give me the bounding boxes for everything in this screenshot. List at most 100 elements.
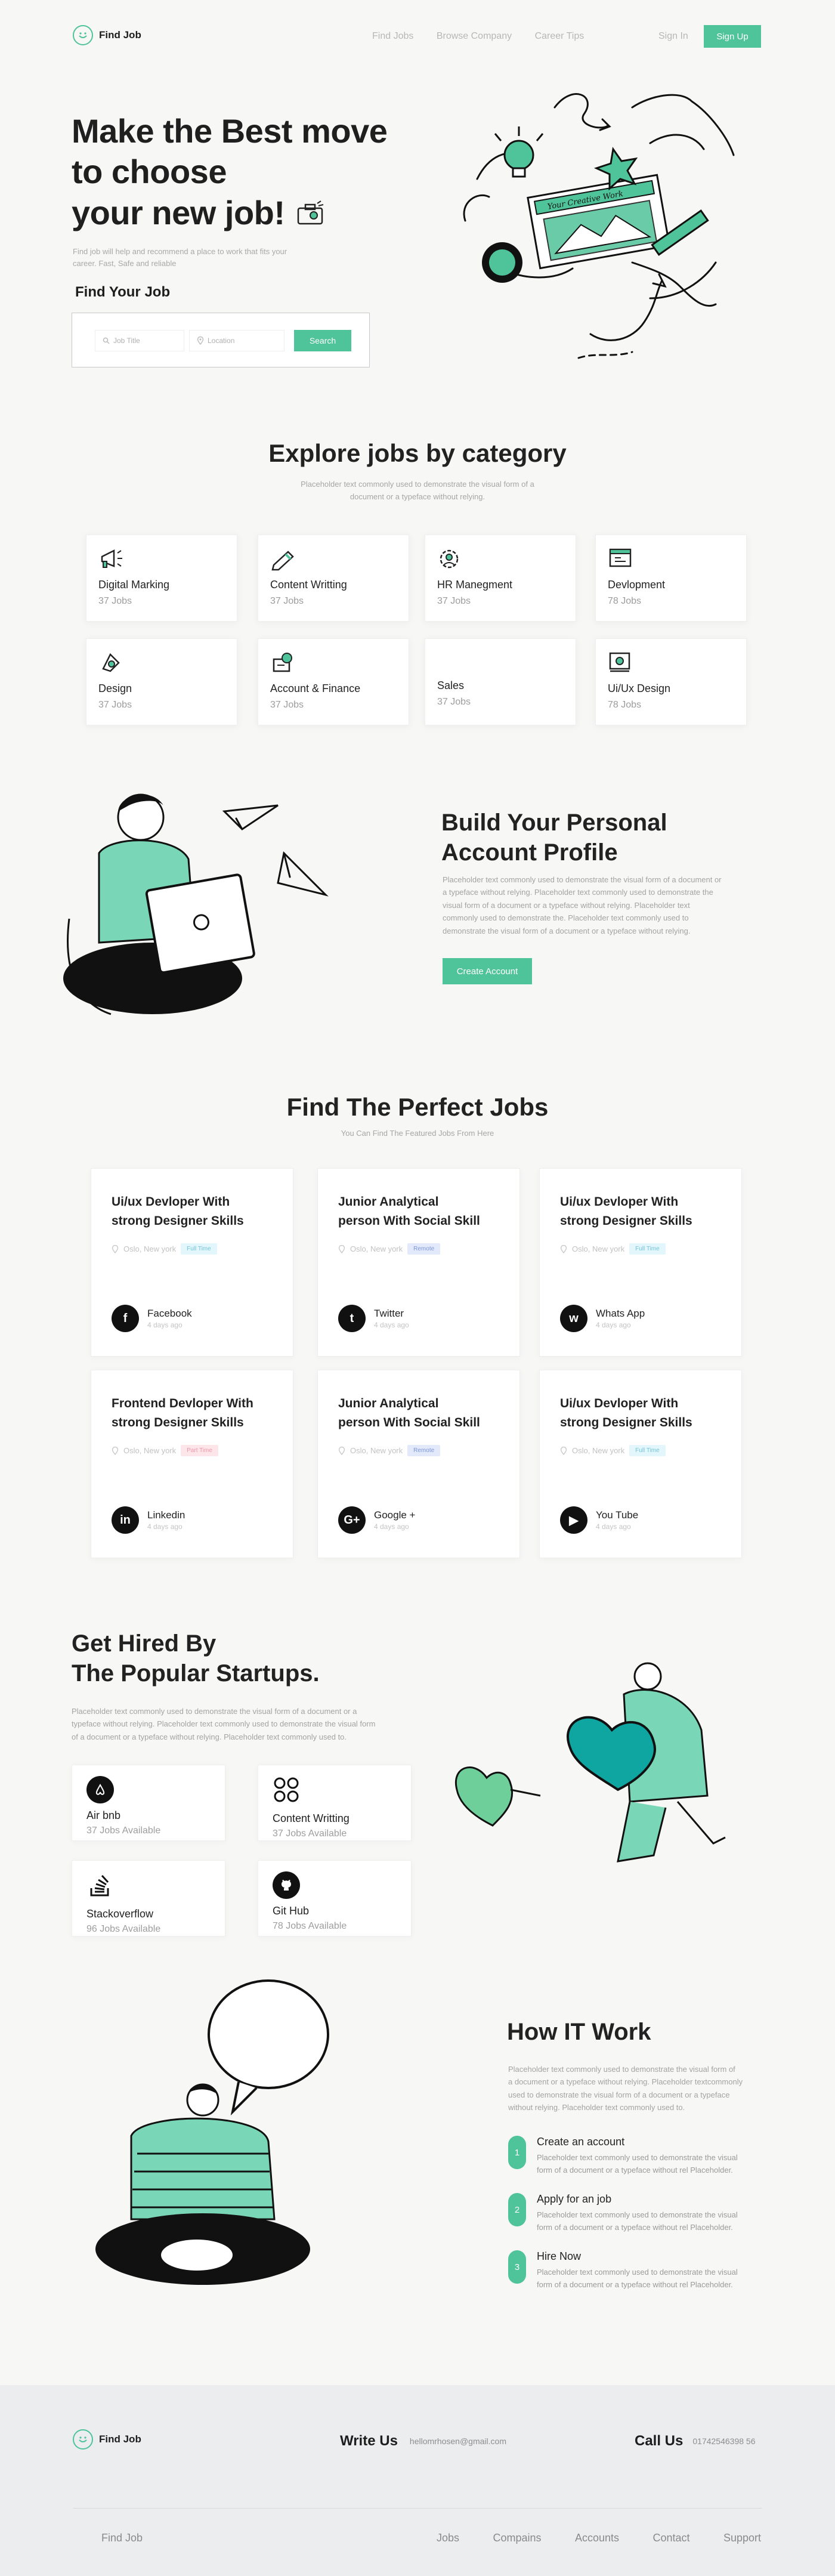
job-title: Junior Analytical person With Social Skil…	[338, 1193, 499, 1230]
code-window-icon	[609, 548, 632, 567]
category-count: 37 Jobs	[437, 697, 471, 707]
footer-link-compains[interactable]: Compains	[493, 2532, 541, 2544]
step-title: Create an account	[537, 2136, 625, 2148]
find-your-job-label: Find Your Job	[75, 284, 171, 300]
footer-link-accounts[interactable]: Accounts	[575, 2532, 619, 2544]
footer-link-contact[interactable]: Contact	[652, 2532, 689, 2544]
category-card-content-writting[interactable]: Content Writting 37 Jobs	[258, 535, 409, 622]
job-title-field[interactable]: Job Title	[95, 330, 184, 351]
job-meta: Oslo, New york Part Time	[112, 1445, 273, 1456]
nav-career-tips[interactable]: Career Tips	[535, 31, 584, 41]
category-count: 37 Jobs	[270, 596, 304, 606]
company-info[interactable]: t Twitter 4 days ago	[338, 1305, 409, 1332]
job-meta: Oslo, New york Remote	[338, 1243, 499, 1255]
footer-link-jobs[interactable]: Jobs	[437, 2532, 459, 2544]
startup-card-stackoverflow[interactable]: Stackoverflow 96 Jobs Available	[72, 1860, 225, 1936]
categories-title: Explore jobs by category	[268, 439, 567, 467]
company-info[interactable]: in Linkedin 4 days ago	[112, 1506, 185, 1534]
startups-title-line2: The Popular Startups.	[72, 1660, 320, 1687]
step-title: Apply for an job	[537, 2193, 612, 2205]
company-info[interactable]: w Whats App 4 days ago	[560, 1305, 645, 1332]
profile-description-line: a typeface without relying. Placeholder …	[443, 888, 713, 897]
company-info[interactable]: ▶ You Tube 4 days ago	[560, 1506, 638, 1534]
category-count: 37 Jobs	[270, 700, 304, 710]
email-link[interactable]: hellomrhosen@gmail.com	[410, 2436, 506, 2446]
categories-subtitle-line1: Placeholder text commonly used to demons…	[301, 480, 534, 489]
job-card[interactable]: Junior Analytical person With Social Skil…	[317, 1168, 520, 1357]
step-description-line: Placeholder text commonly used to demons…	[537, 2268, 738, 2277]
hero-subtitle-line2: career. Fast, Safe and reliable	[73, 259, 177, 268]
job-type-badge: Part Time	[181, 1445, 218, 1456]
company-info[interactable]: f Facebook 4 days ago	[112, 1305, 192, 1332]
company-info[interactable]: G+ Google +4 days ago	[338, 1506, 415, 1534]
startup-name: Content Writting	[273, 1812, 350, 1824]
gear-user-icon	[440, 549, 459, 569]
category-card-account-finance[interactable]: Account & Finance 37 Jobs	[258, 638, 409, 725]
footer-divider	[73, 2508, 762, 2509]
search-box: Job Title Location Search	[72, 313, 370, 367]
how-description-line: used to demonstrate the visual form of a…	[508, 2090, 730, 2099]
category-count: 37 Jobs	[98, 700, 132, 710]
step-number-badge: 3	[508, 2250, 526, 2284]
header-logo[interactable]: Find Job	[73, 25, 141, 45]
how-step-3: 3 Hire Now Placeholder text commonly use…	[508, 2250, 765, 2291]
location-pin-icon	[338, 1244, 345, 1253]
job-card[interactable]: Ui/ux Devloper With strong Designer Skill…	[91, 1168, 293, 1357]
job-type-badge: Remote	[407, 1243, 441, 1255]
category-card-sales[interactable]: Sales 37 Jobs	[425, 638, 576, 725]
nav-find-jobs[interactable]: Find Jobs	[372, 31, 413, 41]
footer-call-us: Call Us 01742546398 56	[635, 2433, 755, 2450]
category-card-ui-ux-design[interactable]: Ui/Ux Design 78 Jobs	[595, 638, 747, 725]
categories-subtitle: Placeholder text commonly used to demons…	[0, 478, 835, 504]
location-pin-icon	[197, 336, 204, 345]
location-field[interactable]: Location	[189, 330, 284, 351]
write-us-label: Write Us	[340, 2433, 398, 2449]
job-card[interactable]: Frontend Devloper With strong Designer Sk…	[91, 1370, 293, 1558]
company-name: You Tube	[596, 1509, 639, 1521]
startup-card-content-writting[interactable]: Content Writting 37 Jobs Available	[258, 1765, 412, 1841]
startup-count: 96 Jobs Available	[86, 1924, 161, 1934]
startup-card-github[interactable]: Git Hub 78 Jobs Available	[258, 1860, 412, 1936]
job-title-line2: strong Designer Skills	[112, 1213, 244, 1228]
ui-design-icon	[609, 652, 630, 672]
search-button[interactable]: Search	[294, 330, 351, 351]
job-type-badge: Full Time	[629, 1445, 666, 1456]
category-card-hr-manegment[interactable]: HR Manegment 37 Jobs	[425, 535, 576, 622]
hero-subtitle-line1: Find job will help and recommend a place…	[73, 247, 287, 256]
logo-text: Find Job	[99, 29, 141, 41]
nav-browse-company[interactable]: Browse Company	[437, 31, 512, 41]
step-description-line: Placeholder text commonly used to demons…	[537, 2153, 738, 2162]
footer-link-support[interactable]: Support	[723, 2532, 761, 2544]
profile-title: Build Your Personal Account Profile	[441, 808, 667, 867]
company-logo-icon: f	[112, 1305, 139, 1332]
startup-card-airbnb[interactable]: Air bnb 37 Jobs Available	[72, 1765, 225, 1841]
briefcase-icon	[297, 200, 323, 225]
hearts-person-illustration	[454, 1662, 726, 1862]
create-account-button[interactable]: Create Account	[443, 958, 532, 984]
location-pin-icon	[112, 1244, 119, 1253]
footer-logo[interactable]: Find Job	[73, 2429, 141, 2450]
signin-link[interactable]: Sign In	[658, 31, 688, 42]
job-location: Oslo, New york	[350, 1446, 403, 1455]
job-card[interactable]: Ui/ux Devloper With strong Designer Skill…	[539, 1370, 742, 1558]
category-count: 78 Jobs	[608, 700, 642, 710]
how-step-1: 1 Create an account Placeholder text com…	[508, 2136, 765, 2177]
job-type-badge: Remote	[407, 1445, 441, 1456]
job-card[interactable]: Ui/ux Devloper With strong Designer Skill…	[539, 1168, 742, 1357]
job-title-line2: strong Designer Skills	[560, 1213, 692, 1228]
job-location: Oslo, New york	[350, 1244, 403, 1253]
phone-number[interactable]: 01742546398 56	[692, 2436, 755, 2446]
category-card-digital-marking[interactable]: Digital Marking 37 Jobs	[86, 535, 237, 622]
startups-description: Placeholder text commonly used to demons…	[72, 1705, 406, 1743]
location-pin-icon	[112, 1446, 119, 1455]
startup-count: 37 Jobs Available	[86, 1826, 161, 1836]
category-name: Account & Finance	[270, 682, 361, 694]
how-description-line: without relying. Placeholder text common…	[508, 2103, 685, 2112]
category-card-devlopment[interactable]: Devlopment 78 Jobs	[595, 535, 747, 622]
category-count: 37 Jobs	[98, 596, 132, 606]
category-card-design[interactable]: Design 37 Jobs	[86, 638, 237, 725]
category-name: HR Manegment	[437, 579, 513, 591]
signup-button[interactable]: Sign Up	[704, 25, 761, 48]
job-card[interactable]: Junior Analytical person With Social Skil…	[317, 1370, 520, 1558]
how-description: Placeholder text commonly used to demons…	[508, 2063, 765, 2114]
